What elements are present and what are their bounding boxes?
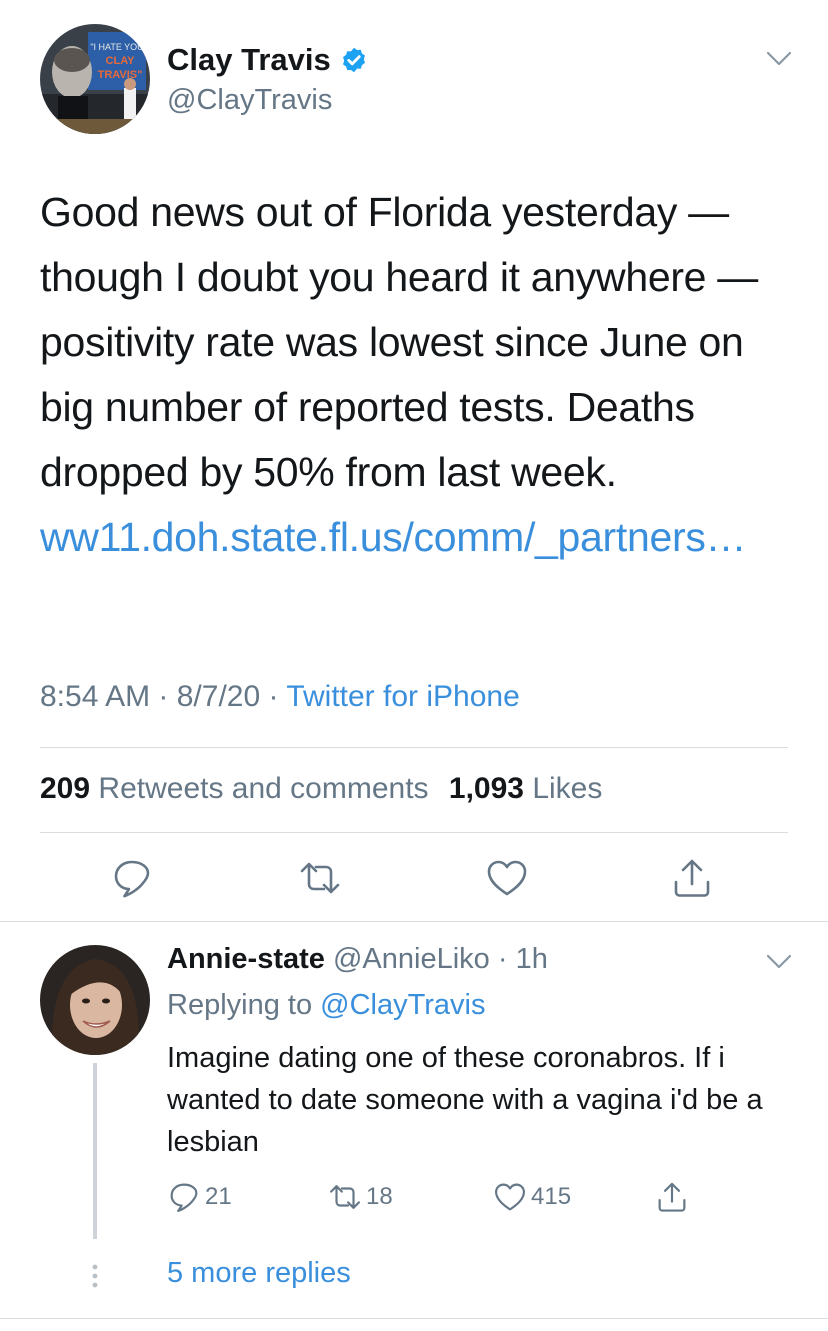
tweet-date: 8/7/20: [176, 680, 261, 713]
reply-retweet-action[interactable]: 18: [328, 1179, 393, 1215]
divider: [40, 832, 788, 833]
reply-text: Imagine dating one of these coronabros. …: [167, 1042, 763, 1158]
thread-line: [93, 1063, 97, 1239]
avatar-sign-line1: "I HATE YOU: [90, 42, 143, 52]
author-handle[interactable]: @ClayTravis: [167, 84, 332, 117]
reply-author-handle[interactable]: @AnnieLiko: [333, 943, 490, 975]
verified-badge-icon: [343, 47, 365, 73]
author-avatar[interactable]: "I HATE YOU CLAY TRAVIS": [40, 24, 150, 134]
reply-header: Annie-state @AnnieLiko · 1h: [167, 943, 548, 976]
avatar-image: "I HATE YOU CLAY TRAVIS": [40, 24, 150, 134]
reply-comment-action[interactable]: 21: [167, 1179, 232, 1215]
more-replies-link[interactable]: 5 more replies: [167, 1257, 351, 1290]
tweet-source-link[interactable]: Twitter for iPhone: [286, 680, 519, 713]
comment-bubble-icon[interactable]: [110, 856, 154, 900]
reply-time: 1h: [515, 943, 548, 975]
likes-count: 1,093: [448, 772, 524, 805]
tweet-body: Good news out of Florida yesterday — tho…: [40, 189, 758, 495]
replying-prefix: Replying to: [167, 989, 313, 1021]
tweet-separator: [0, 921, 828, 922]
main-tweet: "I HATE YOU CLAY TRAVIS" Clay Travis @Cl…: [0, 0, 828, 922]
engagement-stats: 209 Retweets and comments 1,093 Likes: [40, 772, 602, 806]
avatar-sign-line2: CLAY: [106, 55, 136, 67]
replying-to-handle[interactable]: @ClayTravis: [320, 989, 485, 1021]
replying-to: Replying to @ClayTravis: [167, 989, 485, 1022]
reply-author-name[interactable]: Annie-state: [167, 943, 325, 975]
retweets-count: 209: [40, 772, 91, 805]
likes-stat[interactable]: 1,093 Likes: [449, 772, 602, 805]
reply-tweet: Annie-state @AnnieLiko · 1h Replying to …: [0, 923, 828, 1318]
thread-dots-icon: [92, 1264, 98, 1288]
tweet-metadata: 8:54 AM · 8/7/20 · Twitter for iPhone: [40, 680, 520, 714]
retweet-icon: [330, 1185, 360, 1209]
comment-bubble-icon: [170, 1183, 198, 1213]
reply-retweet-count: 18: [366, 1183, 393, 1210]
retweet-icon[interactable]: [298, 856, 342, 900]
divider: [40, 747, 788, 748]
tweet-time: 8:54 AM: [40, 680, 151, 713]
reply-share-action[interactable]: [655, 1179, 693, 1215]
meta-separator: ·: [158, 680, 177, 713]
heart-icon[interactable]: [485, 856, 529, 900]
bottom-separator: [0, 1318, 828, 1319]
reply-avatar-image: [40, 945, 150, 1055]
reply-like-count: 415: [531, 1183, 572, 1210]
meta-separator: ·: [489, 943, 516, 975]
reply-comment-count: 21: [205, 1183, 232, 1210]
reply-like-action[interactable]: 415: [493, 1179, 571, 1215]
avatar-sign-line3: TRAVIS": [98, 69, 143, 81]
share-icon: [658, 1182, 686, 1212]
tweet-link[interactable]: ww11.doh.state.fl.us/comm/_partners…: [40, 514, 747, 560]
retweets-label: Retweets and comments: [98, 772, 429, 805]
reply-author-avatar[interactable]: [40, 945, 150, 1055]
chevron-down-icon[interactable]: [766, 953, 792, 971]
tweet-text: Good news out of Florida yesterday — tho…: [40, 180, 800, 570]
meta-separator: ·: [268, 680, 287, 713]
likes-label: Likes: [532, 772, 603, 805]
author-name[interactable]: Clay Travis: [167, 42, 331, 78]
retweets-stat[interactable]: 209 Retweets and comments: [40, 772, 429, 805]
share-icon[interactable]: [670, 856, 714, 900]
chevron-down-icon[interactable]: [766, 50, 792, 68]
heart-icon: [495, 1183, 525, 1211]
